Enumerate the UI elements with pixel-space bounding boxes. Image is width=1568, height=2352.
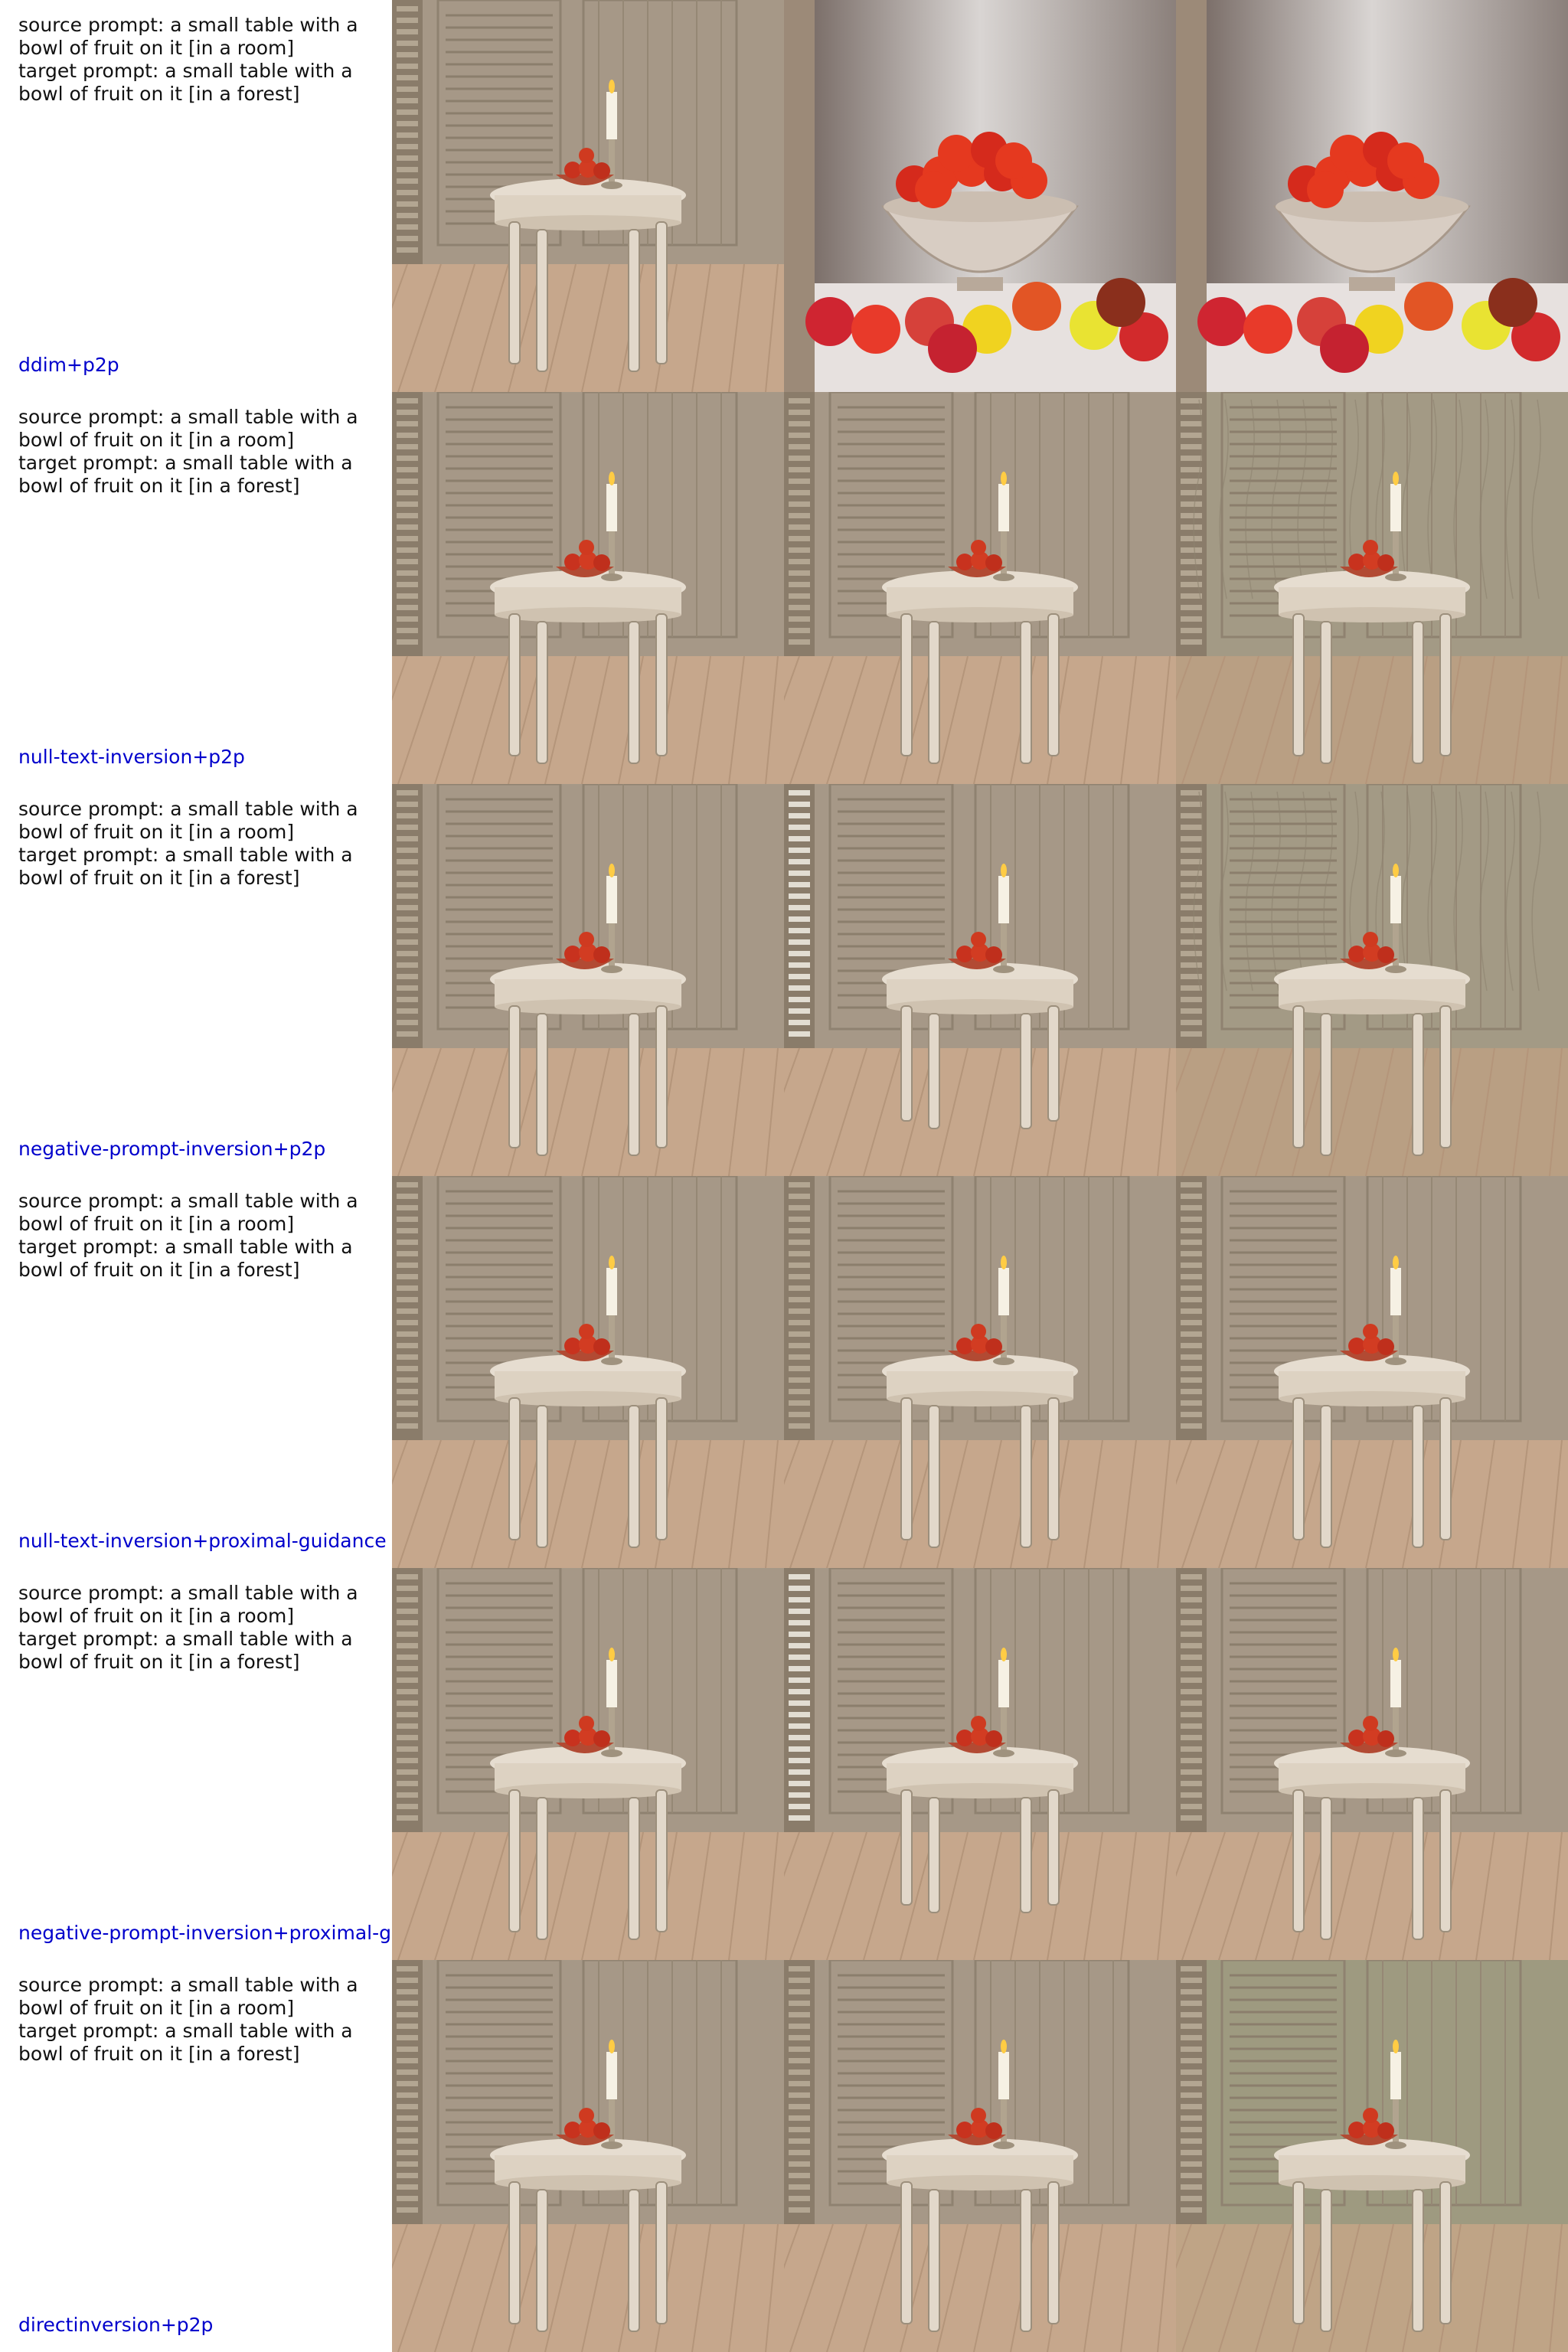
edited-image xyxy=(784,784,1176,1176)
method-name: directinversion+p2p xyxy=(18,2314,214,2336)
fruit-bowl-closeup-illustration xyxy=(784,0,1176,392)
comparison-grid: source prompt: a small table with a bowl … xyxy=(0,0,1568,2352)
prompt-text-line: bowl of fruit on it [in a forest] xyxy=(18,83,300,105)
edited-image xyxy=(1176,392,1568,784)
prompt-text-line: bowl of fruit on it [in a forest] xyxy=(18,1651,300,1673)
source-image xyxy=(392,392,784,784)
source-image xyxy=(392,0,784,392)
grid-row: source prompt: a small table with a bowl … xyxy=(0,784,1568,1176)
prompt-text-line: bowl of fruit on it [in a forest] xyxy=(18,2043,300,2065)
room-scene-edit-illustration xyxy=(784,392,1176,784)
prompt-text-line: target prompt: a small table with a xyxy=(18,2020,353,2042)
room-scene-source-illustration xyxy=(392,1176,784,1568)
method-name: negative-prompt-inversion+proximal-g xyxy=(18,1922,391,1944)
edited-image xyxy=(1176,0,1568,392)
room-scene-edit-illustration xyxy=(1176,1568,1568,1960)
source-image xyxy=(392,1176,784,1568)
method-name: null-text-inversion+p2p xyxy=(18,746,245,768)
prompt-text-line: source prompt: a small table with a xyxy=(18,406,358,428)
edited-image xyxy=(784,0,1176,392)
grid-row: source prompt: a small table with a bowl … xyxy=(0,0,1568,392)
prompt-text-line: bowl of fruit on it [in a room] xyxy=(18,1997,295,2019)
prompt-text-line: bowl of fruit on it [in a room] xyxy=(18,429,295,451)
row-label: source prompt: a small table with a bowl … xyxy=(0,392,392,784)
row-label: source prompt: a small table with a bowl … xyxy=(0,1176,392,1568)
edited-image xyxy=(1176,1568,1568,1960)
prompt-text-line: bowl of fruit on it [in a forest] xyxy=(18,867,300,889)
prompt-text-line: target prompt: a small table with a xyxy=(18,1236,353,1258)
prompt-text-line: target prompt: a small table with a xyxy=(18,60,353,82)
prompt-text-line: bowl of fruit on it [in a room] xyxy=(18,1213,295,1235)
row-label: source prompt: a small table with a bowl … xyxy=(0,1960,392,2352)
prompt-text-line: source prompt: a small table with a xyxy=(18,1974,358,1996)
prompt-text-line: source prompt: a small table with a xyxy=(18,1190,358,1212)
fruit-bowl-closeup-illustration xyxy=(1176,0,1568,392)
edited-image xyxy=(1176,1960,1568,2352)
edited-image xyxy=(784,1176,1176,1568)
room-scene-source-illustration xyxy=(392,0,784,392)
room-scene-edit-textured-illustration xyxy=(1176,392,1568,784)
prompt-text-line: bowl of fruit on it [in a room] xyxy=(18,1605,295,1627)
room-scene-source-illustration xyxy=(392,1960,784,2352)
prompt-text-line: bowl of fruit on it [in a room] xyxy=(18,37,295,59)
room-scene-source-illustration xyxy=(392,784,784,1176)
grid-row: source prompt: a small table with a bowl … xyxy=(0,1568,1568,1960)
room-scene-edit-bark-illustration xyxy=(784,784,1176,1176)
room-scene-edit-illustration xyxy=(784,1176,1176,1568)
room-scene-edit-green-illustration xyxy=(1176,1960,1568,2352)
source-image xyxy=(392,1568,784,1960)
edited-image xyxy=(1176,784,1568,1176)
source-image xyxy=(392,784,784,1176)
edited-image xyxy=(1176,1176,1568,1568)
edited-image xyxy=(784,392,1176,784)
prompt-text-line: source prompt: a small table with a xyxy=(18,14,358,36)
prompt-text-line: bowl of fruit on it [in a forest] xyxy=(18,475,300,497)
method-name: ddim+p2p xyxy=(18,354,119,376)
edited-image xyxy=(784,1568,1176,1960)
room-scene-source-illustration xyxy=(392,392,784,784)
prompt-text-line: target prompt: a small table with a xyxy=(18,844,353,866)
prompt-text-line: target prompt: a small table with a xyxy=(18,452,353,474)
prompt-text-line: bowl of fruit on it [in a room] xyxy=(18,821,295,843)
prompt-text-line: source prompt: a small table with a xyxy=(18,1582,358,1604)
method-name: null-text-inversion+proximal-guidance xyxy=(18,1530,387,1552)
grid-row: source prompt: a small table with a bowl … xyxy=(0,1176,1568,1568)
room-scene-edit-textured-illustration xyxy=(1176,784,1568,1176)
row-label: source prompt: a small table with a bowl … xyxy=(0,784,392,1176)
row-label: source prompt: a small table with a bowl … xyxy=(0,1568,392,1960)
row-label: source prompt: a small table with a bowl … xyxy=(0,0,392,392)
room-scene-source-illustration xyxy=(392,1568,784,1960)
room-scene-edit-bark-illustration xyxy=(784,1568,1176,1960)
grid-row: source prompt: a small table with a bowl … xyxy=(0,392,1568,784)
source-image xyxy=(392,1960,784,2352)
prompt-text-line: source prompt: a small table with a xyxy=(18,798,358,820)
method-name: negative-prompt-inversion+p2p xyxy=(18,1138,326,1160)
edited-image xyxy=(784,1960,1176,2352)
room-scene-edit-illustration xyxy=(1176,1176,1568,1568)
grid-row: source prompt: a small table with a bowl … xyxy=(0,1960,1568,2352)
prompt-text-line: bowl of fruit on it [in a forest] xyxy=(18,1259,300,1281)
room-scene-edit-illustration xyxy=(784,1960,1176,2352)
prompt-text-line: target prompt: a small table with a xyxy=(18,1628,353,1650)
